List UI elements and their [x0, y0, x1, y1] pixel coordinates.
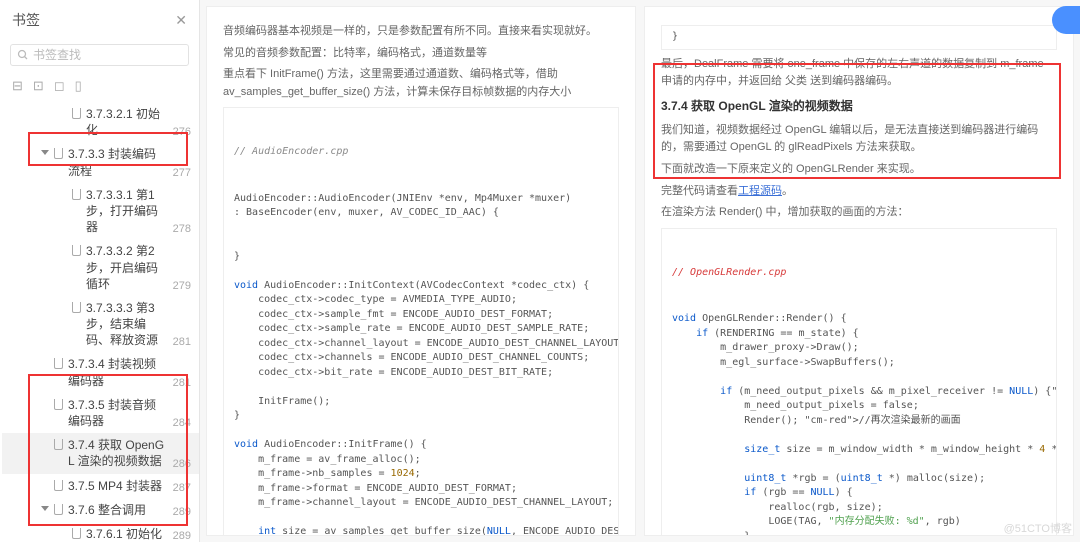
bookmark-item[interactable]: 3.7.3.3.2 第2步，开启编码循环279: [2, 239, 199, 296]
bookmark-item[interactable]: 3.7.6.1 初始化289: [2, 522, 199, 542]
bookmark-item[interactable]: 3.7.3.3.3 第3步，结束编码、释放资源281: [2, 296, 199, 353]
search-input[interactable]: [33, 48, 182, 62]
code-filename: // OpenGLRender.cpp: [672, 266, 1046, 281]
code-filename: // AudioEncoder.cpp: [234, 145, 608, 160]
bookmark-item[interactable]: 3.7.3.5 封装音频编码器284: [2, 393, 199, 433]
bookmark-item[interactable]: 3.7.6 整合调用289: [2, 498, 199, 522]
section-title: 3.7.4 获取 OpenGL 渲染的视频数据: [661, 97, 1057, 116]
bookmark-icon: [54, 148, 63, 159]
bookmark-icon: [72, 189, 81, 200]
bookmarks-title: 书签: [12, 10, 40, 30]
bookmark-icon[interactable]: ◻: [54, 78, 65, 94]
paragraph: 最后，DealFrame 需要将 one_frame 中保存的左右声道的数据复制…: [661, 56, 1057, 91]
code-block-tail: }: [661, 25, 1057, 50]
bookmark-alt-icon[interactable]: ▯: [75, 78, 82, 94]
bookmark-icon: [54, 358, 63, 369]
source-code-link[interactable]: 工程源码: [738, 185, 782, 197]
paragraph: 完整代码请查看工程源码。: [661, 183, 1057, 201]
caret-down-icon[interactable]: [41, 506, 49, 511]
code-content: AudioEncoder::AudioEncoder(JNIEnv *env, …: [234, 192, 608, 536]
bookmark-item[interactable]: 3.7.5 MP4 封装器287: [2, 474, 199, 498]
bookmark-icon: [54, 439, 63, 450]
code-content: void OpenGLRender::Render() { if (RENDER…: [672, 312, 1046, 536]
side-tab[interactable]: [1052, 6, 1080, 34]
paragraph: 下面就改造一下原来定义的 OpenGLRender 来实现。: [661, 161, 1057, 179]
bookmark-item[interactable]: 3.7.3.4 封装视频编码器281: [2, 352, 199, 392]
paragraph: 音频编码器基本视频是一样的，只是参数配置有所不同。直接来看实现就好。: [223, 23, 619, 41]
bookmarks-toolbar: ⊟ ⊡ ◻ ▯: [0, 74, 199, 102]
code-block: // OpenGLRender.cpp void OpenGLRender::R…: [661, 228, 1057, 536]
bookmark-item[interactable]: 3.7.4 获取 OpenGL 渲染的视频数据286: [2, 433, 199, 473]
bookmark-item[interactable]: 3.7.3.2.1 初始化276: [2, 102, 199, 142]
bookmark-icon: [54, 399, 63, 410]
bookmark-icon: [72, 302, 81, 313]
paragraph: 我们知道，视频数据经过 OpenGL 编辑以后，是无法直接送到编码器进行编码的，…: [661, 122, 1057, 157]
code-block: // AudioEncoder.cpp AudioEncoder::AudioE…: [223, 107, 619, 536]
close-icon[interactable]: ✕: [175, 12, 187, 29]
paragraph: 重点看下 InitFrame() 方法，这里需要通过通道数、编码格式等，借助 a…: [223, 66, 619, 101]
bookmarks-list: 3.7.3.2.1 初始化276 3.7.3.3 封装编码流程277 3.7.3…: [0, 102, 199, 542]
search-icon: [17, 49, 29, 61]
bookmark-icon: [72, 528, 81, 539]
bookmarks-search[interactable]: [10, 44, 189, 66]
paragraph: 常见的音频参数配置：比特率，编码格式，通道数量等: [223, 45, 619, 63]
bookmark-icon: [72, 108, 81, 119]
bookmark-icon: [72, 245, 81, 256]
reader-content: 音频编码器基本视频是一样的，只是参数配置有所不同。直接来看实现就好。 常见的音频…: [200, 0, 1080, 542]
paragraph: 在渲染方法 Render() 中，增加获取的画面的方法：: [661, 204, 1057, 222]
bookmarks-panel: 书签 ✕ ⊟ ⊡ ◻ ▯ 3.7.3.2.1 初始化276 3.7.3.3 封装…: [0, 0, 200, 542]
watermark: @51CTO博客: [1004, 520, 1072, 536]
caret-down-icon[interactable]: [41, 150, 49, 155]
page-right[interactable]: } 最后，DealFrame 需要将 one_frame 中保存的左右声道的数据…: [644, 6, 1074, 536]
bookmark-icon: [54, 504, 63, 515]
collapse-all-icon[interactable]: ⊟: [12, 78, 23, 94]
bookmark-item[interactable]: 3.7.3.3.1 第1步，打开编码器278: [2, 183, 199, 240]
bookmark-item[interactable]: 3.7.3.3 封装编码流程277: [2, 142, 199, 182]
bookmark-icon: [54, 480, 63, 491]
page-left[interactable]: 音频编码器基本视频是一样的，只是参数配置有所不同。直接来看实现就好。 常见的音频…: [206, 6, 636, 536]
expand-all-icon[interactable]: ⊡: [33, 78, 44, 94]
